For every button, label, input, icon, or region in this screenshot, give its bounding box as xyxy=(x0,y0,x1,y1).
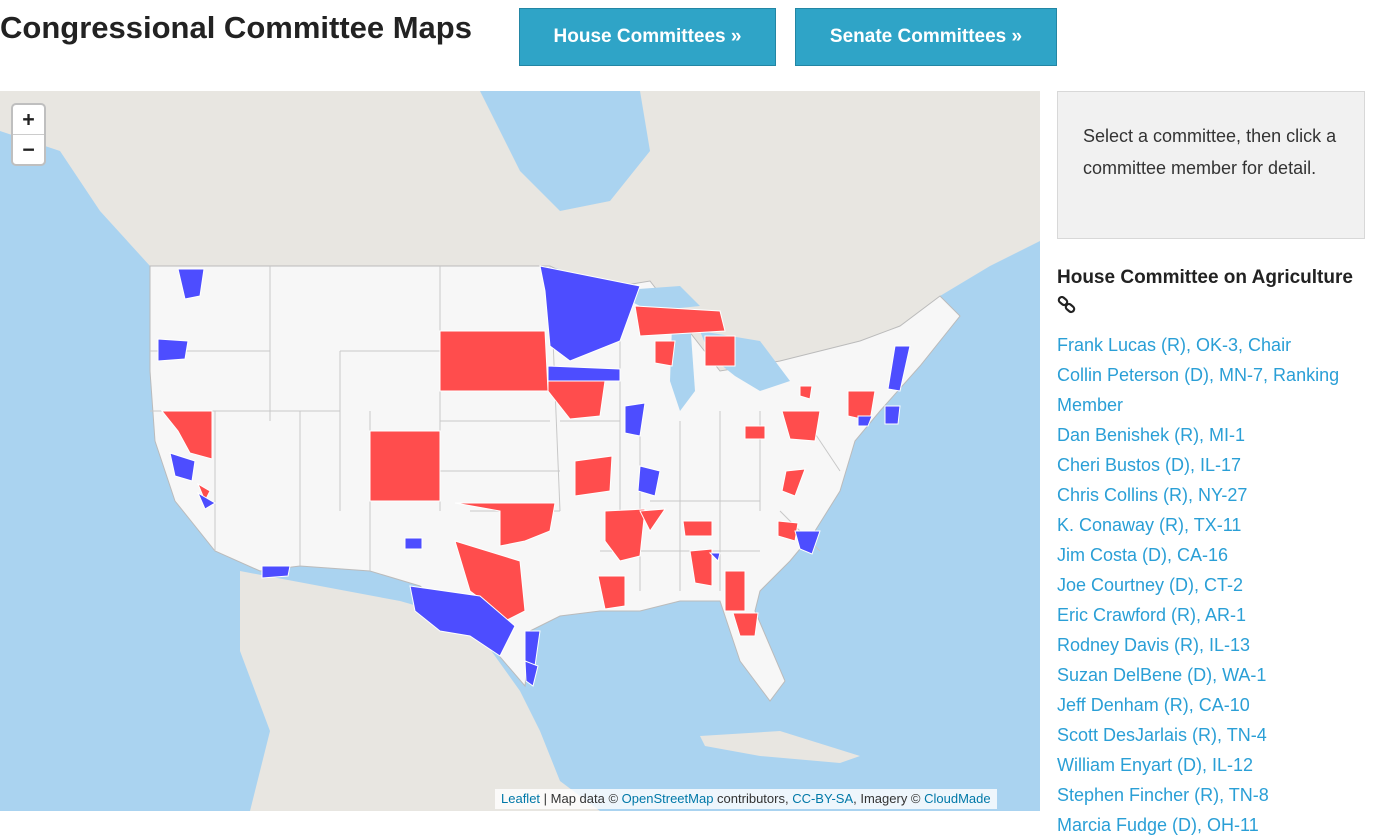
zoom-out-button[interactable]: − xyxy=(13,134,44,164)
instructions-box: Select a committee, then click a committ… xyxy=(1057,91,1365,239)
member-link[interactable]: Rodney Davis (R), IL-13 xyxy=(1057,630,1372,660)
map-canvas xyxy=(0,91,1040,811)
committee-map[interactable] xyxy=(0,91,1040,811)
zoom-in-button[interactable]: + xyxy=(13,105,44,134)
link-icon[interactable] xyxy=(1057,296,1077,314)
page-title: Congressional Committee Maps xyxy=(0,10,472,45)
leaflet-link[interactable]: Leaflet xyxy=(501,791,540,806)
member-link[interactable]: Eric Crawford (R), AR-1 xyxy=(1057,600,1372,630)
committee-title: House Committee on Agriculture xyxy=(1057,267,1353,288)
openstreetmap-link[interactable]: OpenStreetMap xyxy=(622,791,714,806)
senate-committees-button[interactable]: Senate Committees » xyxy=(795,8,1057,66)
member-link[interactable]: Marcia Fudge (D), OH-11 xyxy=(1057,810,1372,840)
zoom-control: + − xyxy=(11,103,46,166)
member-link[interactable]: Jeff Denham (R), CA-10 xyxy=(1057,690,1372,720)
member-link[interactable]: Collin Peterson (D), MN-7, Ranking Membe… xyxy=(1057,360,1372,420)
member-link[interactable]: William Enyart (D), IL-12 xyxy=(1057,750,1372,780)
member-link[interactable]: Suzan DelBene (D), WA-1 xyxy=(1057,660,1372,690)
member-link[interactable]: Joe Courtney (D), CT-2 xyxy=(1057,570,1372,600)
attribution-sep-2: contributors, xyxy=(713,791,793,806)
member-link[interactable]: Frank Lucas (R), OK-3, Chair xyxy=(1057,330,1372,360)
attribution-sep-3: , Imagery © xyxy=(853,791,925,806)
house-committees-button[interactable]: House Committees » xyxy=(519,8,776,66)
member-link[interactable]: K. Conaway (R), TX-11 xyxy=(1057,510,1372,540)
member-link[interactable]: Dan Benishek (R), MI-1 xyxy=(1057,420,1372,450)
cuba-land xyxy=(700,731,860,763)
cloudmade-link[interactable]: CloudMade xyxy=(924,791,991,806)
map-attribution: Leaflet | Map data © OpenStreetMap contr… xyxy=(495,789,997,809)
member-link[interactable]: Cheri Bustos (D), IL-17 xyxy=(1057,450,1372,480)
attribution-sep-1: | Map data © xyxy=(540,791,622,806)
member-link[interactable]: Jim Costa (D), CA-16 xyxy=(1057,540,1372,570)
member-link[interactable]: Chris Collins (R), NY-27 xyxy=(1057,480,1372,510)
member-link[interactable]: Stephen Fincher (R), TN-8 xyxy=(1057,780,1372,810)
license-link[interactable]: CC-BY-SA xyxy=(792,791,853,806)
committee-members-list: Frank Lucas (R), OK-3, Chair Collin Pete… xyxy=(1057,330,1372,840)
member-link[interactable]: Scott DesJarlais (R), TN-4 xyxy=(1057,720,1372,750)
